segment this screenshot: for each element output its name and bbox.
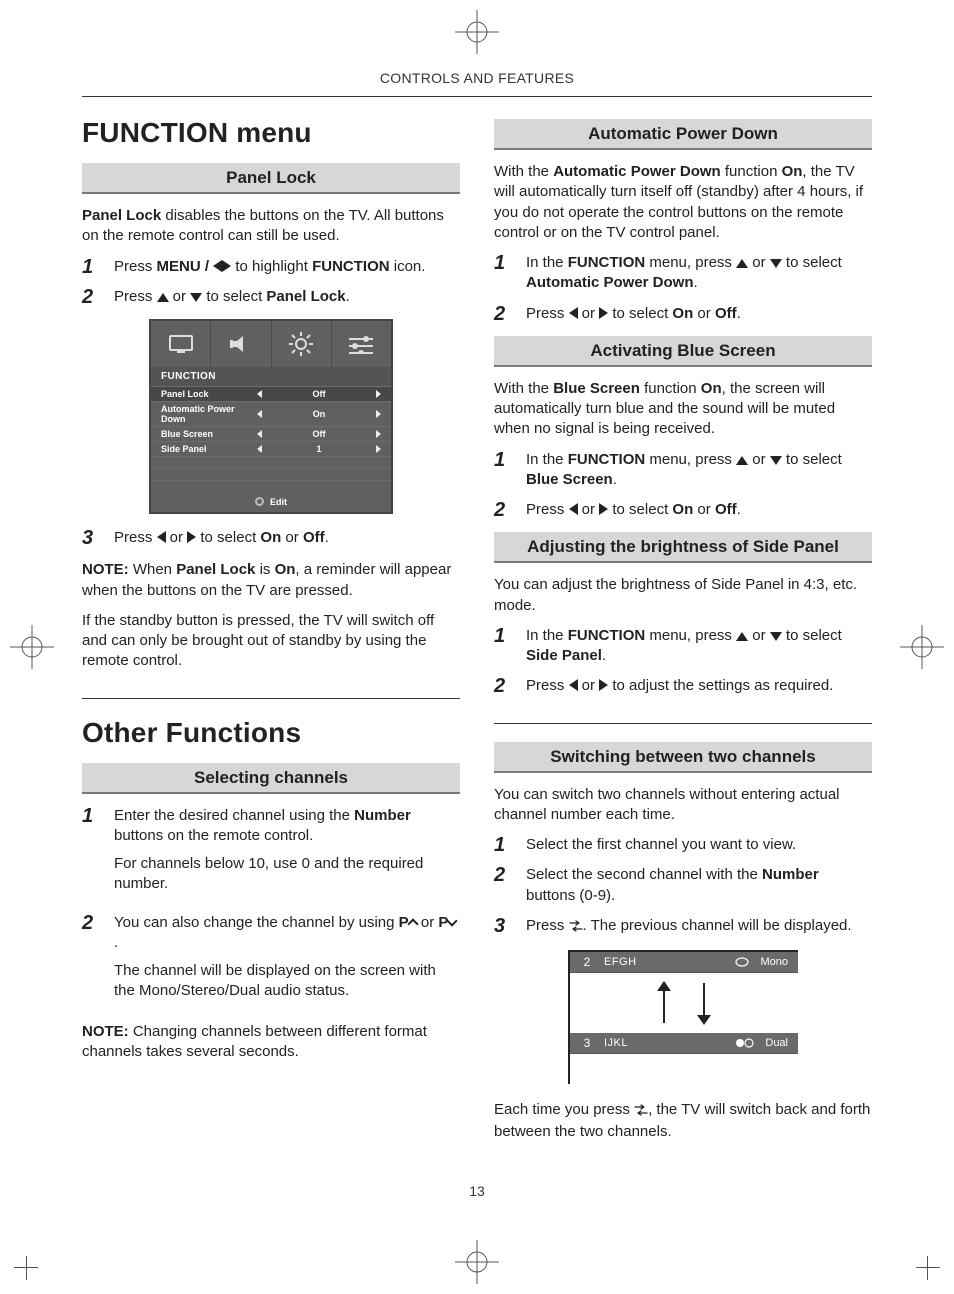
sp-step-1: In the FUNCTION menu, press or to select… [526,626,872,667]
panel-lock-note-2: If the standby button is pressed, the TV… [82,611,460,672]
osd-tab-setup-icon [332,321,391,367]
up-arrow-icon [736,632,748,641]
step-number: 2 [494,865,512,906]
ok-dot-icon [255,497,264,506]
reg-mark-top [455,10,499,54]
sp-step-2: Press or to adjust the settings as requi… [526,676,872,696]
panel-lock-note: NOTE: When Panel Lock is On, a reminder … [82,560,460,601]
selch-step-1: Enter the desired channel using the Numb… [114,806,460,903]
apd-intro: With the Automatic Power Down function O… [494,162,872,243]
section-rule [82,698,460,699]
apd-step-1: In the FUNCTION menu, press or to select… [526,253,872,294]
up-arrow-icon [157,293,169,302]
osd-row: Panel LockOff [151,386,391,401]
down-arrow-icon [190,293,202,302]
swap-icon [634,1102,648,1122]
bs-step-2: Press or to select On or Off. [526,500,872,520]
osd-row: Side Panel1 [151,441,391,456]
left-arrow-icon [569,679,578,691]
sw-step-2: Select the second channel with the Numbe… [526,865,872,906]
left-arrow-icon [569,307,578,319]
channel-band-bottom: 3 IJKL Dual [570,1033,798,1054]
osd-tab-picture-icon [151,321,211,367]
step-number: 2 [494,500,512,520]
step-number: 1 [494,253,512,294]
subhead-panel-lock: Panel Lock [82,163,460,194]
switch-tail: Each time you press , the TV will switch… [494,1100,872,1143]
right-arrow-icon [187,531,196,543]
apd-step-2: Press or to select On or Off. [526,304,872,324]
step-number: 3 [82,528,100,548]
down-arrow-icon [770,259,782,268]
subhead-side-panel: Adjusting the brightness of Side Panel [494,532,872,563]
step-number: 1 [494,450,512,491]
selch-note: NOTE: Changing channels between differen… [82,1022,460,1063]
osd-tab-sound-icon [211,321,271,367]
osd-row: Automatic Power DownOn [151,401,391,426]
step-number: 2 [82,913,100,1010]
down-arrow-icon [770,632,782,641]
side-panel-intro: You can adjust the brightness of Side Pa… [494,575,872,616]
sw-step-1: Select the first channel you want to vie… [526,835,872,855]
osd-footer: Edit [151,492,391,512]
osd-row: Blue ScreenOff [151,426,391,441]
running-head: CONTROLS AND FEATURES [82,70,872,86]
subhead-apd: Automatic Power Down [494,119,872,150]
section-title-other-functions: Other Functions [82,717,460,749]
down-arrow-icon [770,456,782,465]
arrow-down-icon [694,981,714,1025]
subhead-switching-channels: Switching between two channels [494,742,872,773]
channel-band-top: 2 EFGH Mono [570,952,798,973]
step-number: 2 [494,676,512,696]
selch-step-2: You can also change the channel by using… [114,913,460,1010]
left-arrow-icon [157,531,166,543]
channel-switch-figure: 2 EFGH Mono 3 IJKL Dual [568,950,798,1084]
step-number: 1 [82,806,100,903]
step-3-body: Press or to select On or Off. [114,528,460,548]
right-arrow-icon [599,307,608,319]
up-arrow-icon [736,456,748,465]
switch-intro: You can switch two channels without ente… [494,785,872,826]
dual-icon [735,1038,755,1048]
reg-mark-right [900,625,944,669]
step-number: 1 [82,257,100,277]
osd-tab-function-icon [272,321,332,367]
osd-function-menu: FUNCTION Panel LockOff Automatic Power D… [149,319,393,514]
subhead-blue-screen: Activating Blue Screen [494,336,872,367]
top-rule [82,96,872,97]
reg-mark-left [10,625,54,669]
left-arrow-icon [213,260,222,272]
up-arrow-icon [736,259,748,268]
step-number: 2 [82,287,100,307]
section-title-function-menu: FUNCTION menu [82,117,460,149]
arrow-up-icon [654,981,674,1025]
step-number: 1 [494,626,512,667]
step-number: 1 [494,835,512,855]
section-rule [494,723,872,724]
chevron-down-icon [447,915,458,926]
step-2-body: Press or to select Panel Lock. [114,287,460,307]
right-arrow-icon [222,260,231,272]
osd-menu-label: FUNCTION [151,367,391,386]
panel-lock-intro: Panel Lock disables the buttons on the T… [82,206,460,247]
right-arrow-icon [599,503,608,515]
bs-step-1: In the FUNCTION menu, press or to select… [526,450,872,491]
swap-icon [569,918,583,938]
right-arrow-icon [599,679,608,691]
page-number: 13 [82,1183,872,1199]
reg-mark-bottom [455,1240,499,1284]
step-number: 3 [494,916,512,938]
crop-mark-br [904,1244,940,1280]
mono-icon [734,957,750,967]
step-1-body: Press MENU / to highlight FUNCTION icon. [114,257,460,277]
step-number: 2 [494,304,512,324]
subhead-selecting-channels: Selecting channels [82,763,460,794]
sw-step-3: Press . The previous channel will be dis… [526,916,872,938]
blue-screen-intro: With the Blue Screen function On, the sc… [494,379,872,440]
left-arrow-icon [569,503,578,515]
crop-mark-bl [14,1244,50,1280]
